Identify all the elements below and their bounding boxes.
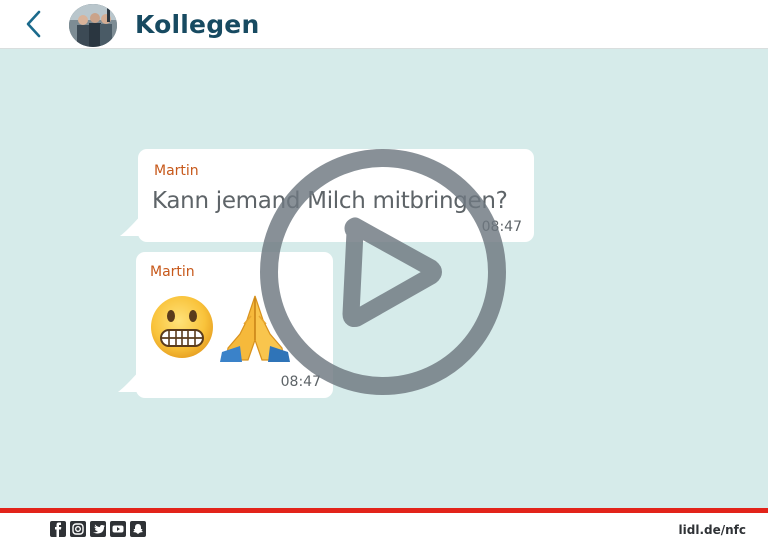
- youtube-icon[interactable]: [110, 521, 126, 537]
- twitter-icon[interactable]: [90, 521, 106, 537]
- chat-title: Kollegen: [135, 10, 260, 39]
- instagram-icon[interactable]: [70, 521, 86, 537]
- play-icon[interactable]: [259, 148, 507, 396]
- footer-link[interactable]: lidl.de/nfc: [679, 523, 746, 537]
- grimacing-face-emoji: [151, 296, 213, 358]
- snapchat-icon[interactable]: [130, 521, 146, 537]
- facebook-icon[interactable]: [50, 521, 66, 537]
- bubble-tail: [120, 214, 142, 236]
- chat-header: Kollegen: [0, 0, 768, 49]
- group-avatar[interactable]: [69, 4, 117, 47]
- message-sender: Martin: [154, 163, 199, 179]
- chevron-left-icon: [26, 10, 41, 38]
- chat-area: Martin Kann jemand Milch mitbringen? 08:…: [0, 49, 768, 508]
- back-button[interactable]: [20, 8, 48, 40]
- message-sender: Martin: [150, 264, 195, 280]
- bubble-tail: [118, 370, 140, 392]
- footer: lidl.de/nfc: [0, 513, 768, 549]
